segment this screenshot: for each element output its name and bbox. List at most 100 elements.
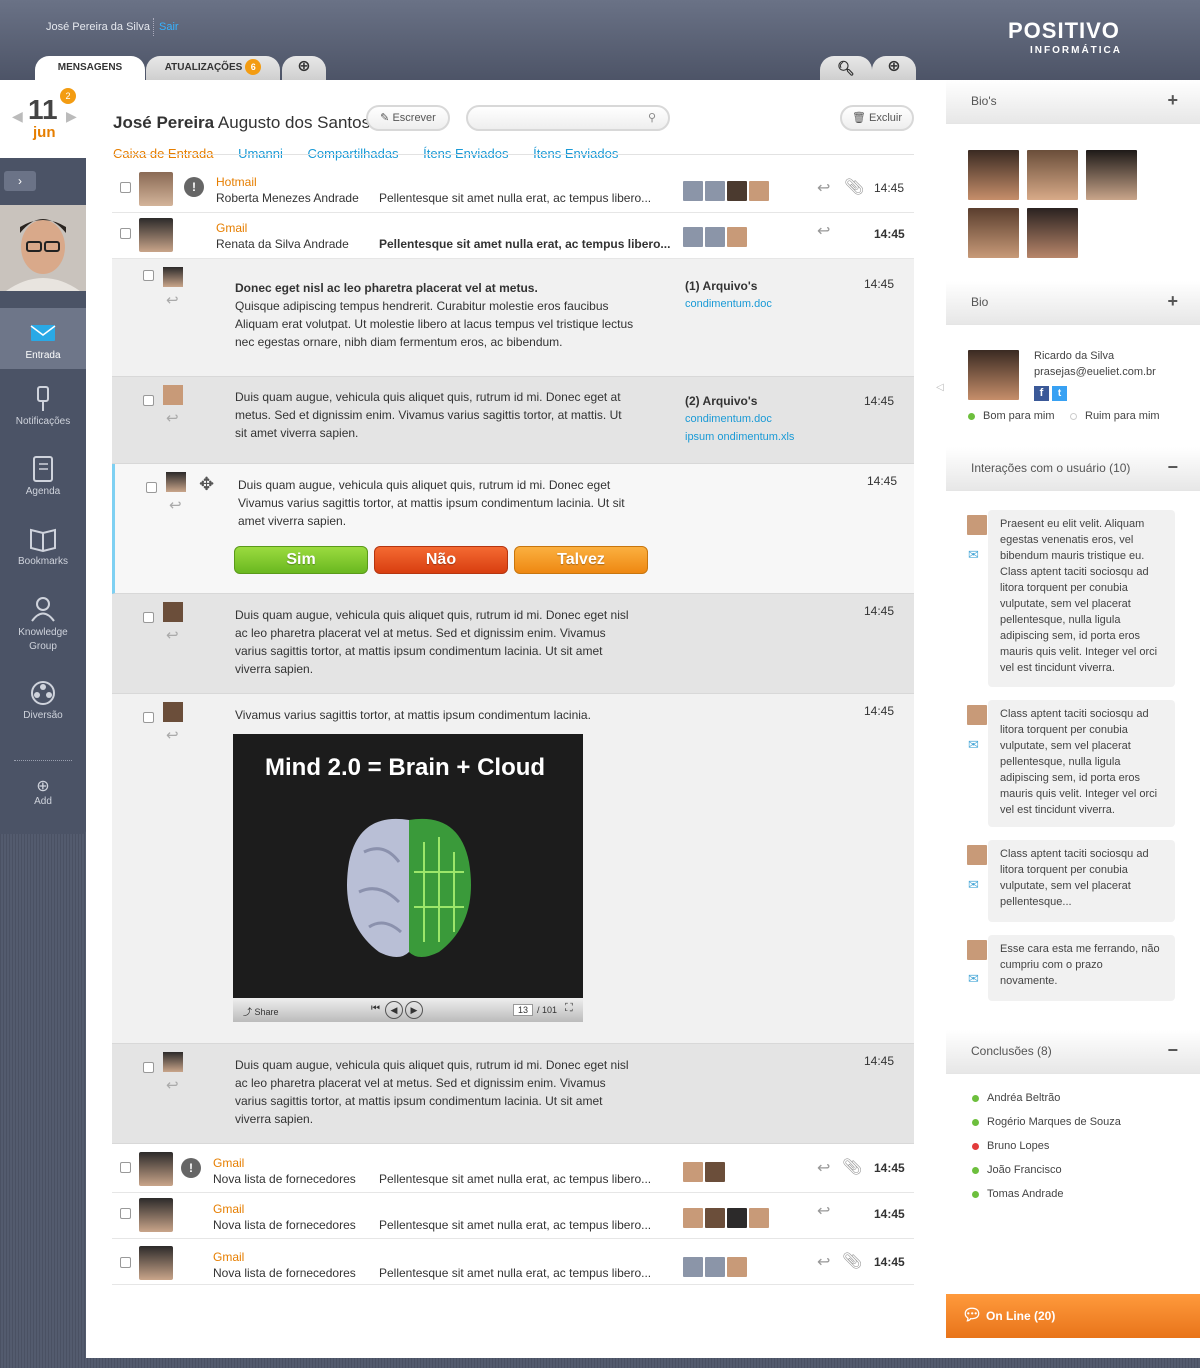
reply-icon[interactable]: ↩ — [166, 726, 179, 744]
sidebar-item-entrada[interactable]: Entrada — [0, 308, 86, 369]
reply-icon[interactable]: ↩ — [166, 291, 179, 309]
plus-icon[interactable]: + — [1167, 90, 1178, 111]
message-checkbox[interactable] — [143, 612, 154, 623]
message-source: Gmail — [213, 1202, 245, 1216]
bio-email[interactable]: prasejas@eueliet.com.br — [1034, 364, 1156, 380]
reply-icon[interactable]: ↩ — [817, 1158, 830, 1178]
thread-message[interactable]: ↩ ✥ Duis quam augue, vehicula quis aliqu… — [112, 464, 914, 594]
search-input[interactable]: ⚲ — [466, 105, 670, 131]
sidebar-item-add[interactable]: ⊕ Add — [0, 776, 86, 807]
sidebar-toggle-button[interactable]: › — [4, 171, 36, 191]
next-icon[interactable]: ▶ — [405, 1001, 423, 1019]
message-row[interactable]: ! Gmail Nova lista de fornecedores Pelle… — [112, 1147, 914, 1193]
bio-avatar[interactable] — [1027, 150, 1078, 200]
thread-message[interactable]: ↩ Duis quam augue, vehicula quis aliquet… — [112, 377, 914, 464]
section-title: Bio — [971, 295, 989, 309]
conclusion-item[interactable]: Rogério Marques de Souza — [972, 1114, 1121, 1130]
facebook-icon[interactable]: f — [1034, 386, 1049, 401]
message-checkbox[interactable] — [146, 482, 157, 493]
avatar[interactable] — [0, 205, 86, 291]
message-checkbox[interactable] — [120, 228, 131, 239]
message-checkbox[interactable] — [143, 712, 154, 723]
reply-icon[interactable]: ↩ — [817, 1252, 830, 1272]
skip-back-icon[interactable]: ⏮ — [371, 1003, 380, 1014]
bios-header[interactable]: Bio's + — [946, 80, 1200, 124]
reply-icon[interactable]: ↩ — [817, 221, 830, 241]
sender-avatar — [166, 472, 186, 492]
date-prev-icon[interactable]: ◀ — [12, 108, 23, 125]
bio-header[interactable]: Bio + — [946, 281, 1200, 325]
add-button[interactable]: ⊕ — [872, 56, 916, 80]
sidebar-item-bookmarks[interactable]: Bookmarks — [0, 526, 86, 567]
tab-atualizacoes[interactable]: ATUALIZAÇÕES 6 — [146, 56, 280, 80]
bio-avatar[interactable] — [1027, 208, 1078, 258]
plus-icon[interactable]: + — [1167, 291, 1178, 312]
message-checkbox[interactable] — [120, 1208, 131, 1219]
attachment-link[interactable]: condimentum.doc — [685, 295, 772, 313]
minus-icon[interactable]: − — [1167, 1040, 1178, 1061]
message-row[interactable]: Gmail Nova lista de fornecedores Pellent… — [112, 1239, 914, 1285]
message-row[interactable]: Gmail Renata da Silva Andrade Pellentesq… — [112, 213, 914, 259]
sidebar-item-notificacoes[interactable]: Notificações — [0, 386, 86, 427]
write-button[interactable]: ✎ Escrever — [366, 105, 450, 131]
bio-avatar[interactable] — [1086, 150, 1137, 200]
twitter-icon[interactable]: t — [1052, 386, 1067, 401]
conclusion-item[interactable]: João Francisco — [972, 1162, 1062, 1178]
add-tab-button[interactable]: ⊕ — [282, 56, 326, 80]
tab-mensagens[interactable]: MENSAGENS — [35, 56, 145, 80]
good-for-me-option[interactable]: Bom para mim — [968, 408, 1055, 424]
move-icon[interactable]: ✥ — [199, 474, 214, 495]
vote-talvez-button[interactable]: Talvez — [514, 546, 648, 574]
date-next-icon[interactable]: ▶ — [66, 108, 77, 125]
search-tab-button[interactable]: 🔍︎ — [820, 56, 872, 80]
prev-icon[interactable]: ◀ — [385, 1001, 403, 1019]
conclusion-item[interactable]: Bruno Lopes — [972, 1138, 1049, 1154]
reply-icon[interactable]: ↩ — [166, 626, 179, 644]
interaction-bubble: Esse cara esta me ferrando, não cumpriu … — [988, 935, 1175, 1001]
message-checkbox[interactable] — [120, 182, 131, 193]
bad-for-me-option[interactable]: Ruim para mim — [1070, 408, 1160, 424]
bio-avatar[interactable] — [968, 150, 1019, 200]
message-checkbox[interactable] — [143, 270, 154, 281]
attachment-link[interactable]: ipsum ondimentum.xls — [685, 428, 794, 446]
sidebar-item-diversao[interactable]: Diversão — [0, 680, 86, 721]
conclusion-item[interactable]: Andréa Beltrão — [972, 1090, 1060, 1106]
message-row[interactable]: Gmail Nova lista de fornecedores Pellent… — [112, 1193, 914, 1239]
thread-message[interactable]: ↩ Duis quam augue, vehicula quis aliquet… — [112, 594, 914, 694]
conclusion-item[interactable]: Tomas Andrade — [972, 1186, 1063, 1202]
reply-icon[interactable]: ↩ — [817, 178, 830, 198]
message-time: 14:45 — [874, 1255, 905, 1269]
message-checkbox[interactable] — [143, 395, 154, 406]
page-input[interactable]: 13 — [513, 1004, 534, 1016]
vote-sim-button[interactable]: Sim — [234, 546, 368, 574]
thread-message[interactable]: ↩ Donec eget nisl ac leo pharetra placer… — [112, 259, 914, 377]
vote-nao-button[interactable]: Não — [374, 546, 508, 574]
message-checkbox[interactable] — [120, 1162, 131, 1173]
section-title: Bio's — [971, 94, 997, 108]
reply-icon[interactable]: ↩ — [169, 496, 182, 514]
reply-icon[interactable]: ↩ — [166, 1076, 179, 1094]
message-checkbox[interactable] — [120, 1257, 131, 1268]
attachment-link[interactable]: condimentum.doc — [685, 410, 794, 428]
thread-message[interactable]: ↩ Vivamus varius sagittis tortor, at mat… — [112, 694, 914, 1044]
delete-button[interactable]: 🗑︎ Excluir — [840, 105, 914, 131]
sidebar-item-knowledge-group[interactable]: Knowledge Group — [0, 596, 86, 654]
bio-avatar[interactable] — [968, 208, 1019, 258]
online-button[interactable]: 💬︎ On Line (20) — [946, 1294, 1200, 1338]
sidebar-item-agenda[interactable]: Agenda — [0, 456, 86, 497]
message-checkbox[interactable] — [143, 1062, 154, 1073]
share-button[interactable]: ⤴ Share — [243, 1005, 279, 1018]
thread-message[interactable]: ↩ Duis quam augue, vehicula quis aliquet… — [112, 1044, 914, 1144]
attachment-header: (1) Arquivo's — [685, 279, 758, 293]
reply-icon[interactable]: ↩ — [166, 409, 179, 427]
message-row[interactable]: ! Hotmail Roberta Menezes Andrade Pellen… — [112, 167, 914, 213]
video-player[interactable]: Mind 2.0 = Brain + Cloud ⤴ Share ⏮ ◀ ▶ 1… — [233, 734, 583, 1022]
collapse-arrow-icon[interactable]: ◁ — [933, 352, 947, 424]
conclusions-header[interactable]: Conclusões (8) − — [946, 1030, 1200, 1074]
sender-avatar — [163, 267, 183, 287]
minus-icon[interactable]: − — [1167, 457, 1178, 478]
logout-link[interactable]: Sair — [159, 21, 179, 33]
reply-icon[interactable]: ↩ — [817, 1201, 830, 1221]
interactions-header[interactable]: Interações com o usuário (10) − — [946, 447, 1200, 491]
fullscreen-icon[interactable]: ⛶ — [565, 1002, 573, 1015]
